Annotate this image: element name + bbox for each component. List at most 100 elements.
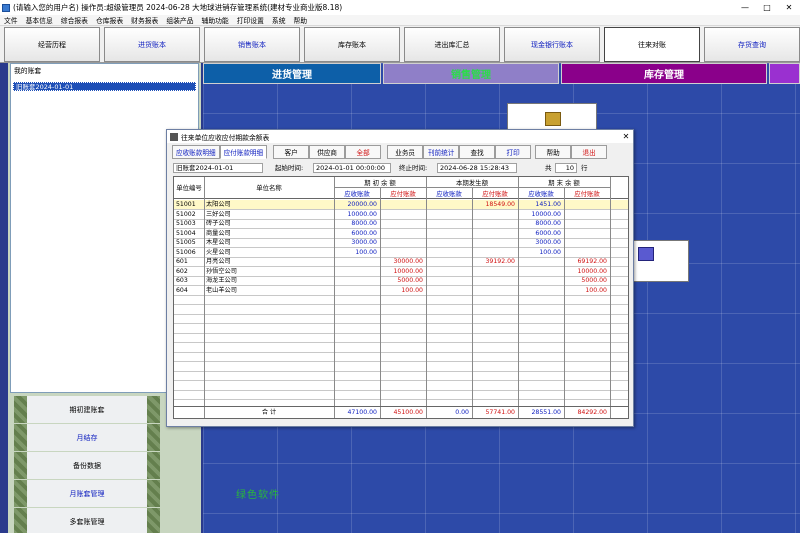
table-cell-name[interactable]: 老山羊公司 <box>206 286 334 295</box>
table-cell-name[interactable]: 火星公司 <box>206 248 334 257</box>
table-cell-ob-p[interactable] <box>382 238 426 247</box>
table-cell-cb-p[interactable] <box>566 248 610 257</box>
salesman-button[interactable]: 业务员 <box>387 145 424 159</box>
table-cell-pd-p[interactable] <box>474 286 518 295</box>
band-more[interactable] <box>769 63 800 84</box>
payable-detail-button[interactable]: 应付账款明细 <box>219 145 268 159</box>
table-cell-ob-p[interactable] <box>382 210 426 219</box>
menu-tools[interactable]: 辅助功能 <box>198 15 233 25</box>
print-button[interactable]: 打印 <box>495 145 532 159</box>
menu-print-settings[interactable]: 打印设置 <box>233 15 268 25</box>
table-cell-cb-r[interactable] <box>520 257 564 266</box>
table-cell-name[interactable]: 月亮公司 <box>206 257 334 266</box>
table-cell-ob-r[interactable] <box>336 276 380 285</box>
create-account-button[interactable]: 期初建账套 <box>14 396 160 423</box>
table-cell-ob-r[interactable]: 6000.00 <box>336 229 380 238</box>
table-cell-ob-p[interactable]: 10000.00 <box>382 267 426 276</box>
table-cell-pd-p[interactable]: 18549.00 <box>474 200 518 209</box>
month-account-manage-button[interactable]: 月账套管理 <box>14 480 160 507</box>
start-time-field[interactable]: 2024-01-01 00:00:00 <box>313 163 391 173</box>
table-cell-cb-r[interactable] <box>520 276 564 285</box>
table-cell-name[interactable]: 三好公司 <box>206 210 334 219</box>
table-cell-pd-p[interactable]: 39192.00 <box>474 257 518 266</box>
table-cell-cb-r[interactable]: 10000.00 <box>520 210 564 219</box>
table-cell-cb-p[interactable]: 100.00 <box>566 286 610 295</box>
table-cell-ob-p[interactable] <box>382 229 426 238</box>
table-cell-cb-p[interactable]: 69192.00 <box>566 257 610 266</box>
table-cell-ob-r[interactable] <box>336 267 380 276</box>
table-cell-cb-p[interactable] <box>566 200 610 209</box>
receivable-detail-button[interactable]: 应收账款明细 <box>172 145 220 159</box>
table-cell-code[interactable]: 51002 <box>176 210 204 219</box>
table-cell-cb-p[interactable] <box>566 219 610 228</box>
table-cell-pd-r[interactable] <box>428 276 472 285</box>
table-cell-pd-r[interactable] <box>428 267 472 276</box>
toolbar-purchase-ledger[interactable]: 进货账本 <box>104 27 200 62</box>
band-inventory[interactable]: 库存管理 <box>561 63 767 84</box>
table-cell-pd-r[interactable] <box>428 238 472 247</box>
table-cell-code[interactable]: 51005 <box>176 238 204 247</box>
all-button[interactable]: 全部 <box>345 145 382 159</box>
table-cell-ob-r[interactable]: 3000.00 <box>336 238 380 247</box>
table-cell-pd-r[interactable] <box>428 257 472 266</box>
maximize-button[interactable]: □ <box>756 0 778 15</box>
table-cell-pd-r[interactable] <box>428 286 472 295</box>
table-cell-pd-p[interactable] <box>474 210 518 219</box>
toolbar-business-history[interactable]: 经营历程 <box>4 27 100 62</box>
table-cell-ob-p[interactable] <box>382 219 426 228</box>
table-cell-pd-r[interactable] <box>428 210 472 219</box>
table-cell-pd-p[interactable] <box>474 219 518 228</box>
menu-warehouse-reports[interactable]: 仓库报表 <box>92 15 127 25</box>
table-cell-pd-r[interactable] <box>428 248 472 257</box>
table-cell-pd-r[interactable] <box>428 229 472 238</box>
table-cell-cb-p[interactable] <box>566 238 610 247</box>
table-cell-cb-r[interactable]: 100.00 <box>520 248 564 257</box>
toolbar-sales-ledger[interactable]: 销售账本 <box>204 27 300 62</box>
band-purchase[interactable]: 进货管理 <box>203 63 381 84</box>
table-cell-code[interactable]: 51001 <box>176 200 204 209</box>
toolbar-stock-query[interactable]: 存货查询 <box>704 27 800 62</box>
backup-data-button[interactable]: 备份数据 <box>14 452 160 479</box>
table-cell-pd-p[interactable] <box>474 229 518 238</box>
month-close-button[interactable]: 月结存 <box>14 424 160 451</box>
end-time-field[interactable]: 2024-06-28 15:28:43 <box>437 163 517 173</box>
table-cell-cb-r[interactable]: 6000.00 <box>520 229 564 238</box>
table-cell-cb-p[interactable] <box>566 229 610 238</box>
table-cell-cb-r[interactable]: 3000.00 <box>520 238 564 247</box>
statistics-button[interactable]: 刊前统计 <box>423 145 460 159</box>
menu-basic-info[interactable]: 基本信息 <box>22 15 57 25</box>
find-button[interactable]: 查找 <box>459 145 496 159</box>
menu-finance-reports[interactable]: 财务报表 <box>127 15 162 25</box>
minimize-button[interactable]: — <box>734 0 756 15</box>
table-cell-cb-p[interactable]: 10000.00 <box>566 267 610 276</box>
close-button[interactable]: ✕ <box>778 0 800 15</box>
table-cell-pd-p[interactable] <box>474 267 518 276</box>
table-cell-pd-p[interactable] <box>474 248 518 257</box>
table-cell-ob-p[interactable]: 100.00 <box>382 286 426 295</box>
table-cell-name[interactable]: 砖子公司 <box>206 219 334 228</box>
toolbar-account-reconcile[interactable]: 往来对账 <box>604 27 700 62</box>
table-cell-code[interactable]: 602 <box>176 267 204 276</box>
table-cell-name[interactable]: 孙悟空公司 <box>206 267 334 276</box>
menu-system[interactable]: 系统 <box>268 15 290 25</box>
table-cell-ob-r[interactable] <box>336 286 380 295</box>
multi-account-manage-button[interactable]: 多套账管理 <box>14 508 160 533</box>
toolbar-cash-bank-ledger[interactable]: 现金银行账本 <box>504 27 600 62</box>
table-cell-code[interactable]: 604 <box>176 286 204 295</box>
account-item-selected[interactable]: 旧账套2024-01-01 <box>13 82 196 91</box>
table-cell-ob-p[interactable] <box>382 200 426 209</box>
table-cell-ob-r[interactable] <box>336 257 380 266</box>
table-cell-code[interactable]: 51004 <box>176 229 204 238</box>
help-button[interactable]: 帮助 <box>535 145 572 159</box>
table-cell-pd-p[interactable] <box>474 276 518 285</box>
table-cell-ob-r[interactable]: 20000.00 <box>336 200 380 209</box>
table-cell-name[interactable]: 海龙王公司 <box>206 276 334 285</box>
table-cell-pd-r[interactable] <box>428 219 472 228</box>
table-cell-cb-p[interactable]: 5000.00 <box>566 276 610 285</box>
toolbar-inventory-ledger[interactable]: 库存账本 <box>304 27 400 62</box>
table-cell-cb-p[interactable] <box>566 210 610 219</box>
menu-summary-reports[interactable]: 综合报表 <box>57 15 92 25</box>
table-cell-code[interactable]: 51006 <box>176 248 204 257</box>
table-cell-name[interactable]: 商量公司 <box>206 229 334 238</box>
table-cell-name[interactable]: 太阳公司 <box>206 200 334 209</box>
